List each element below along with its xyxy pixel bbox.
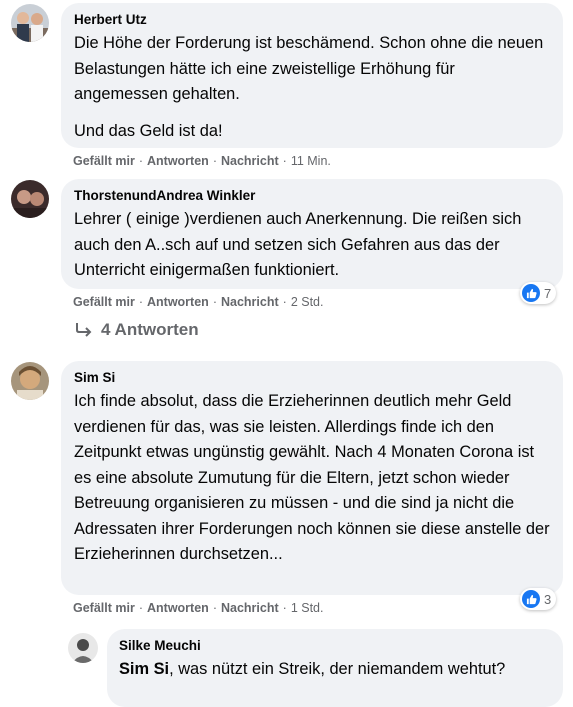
comment-actions: Gefällt mir · Antworten · Nachricht · 1 Std. <box>73 601 323 615</box>
mention-link[interactable]: Sim Si <box>119 660 169 678</box>
reply-text: Sim Si, was nützt ein Streik, der nieman… <box>119 657 551 683</box>
comment-bubble: ThorstenundAndrea Winkler Lehrer ( einig… <box>61 179 563 289</box>
view-replies-link[interactable]: 4 Antworten <box>75 320 199 340</box>
avatar[interactable] <box>11 4 49 42</box>
comment-text: Ich finde absolut, dass die Erzieherinne… <box>74 389 551 568</box>
reply-body: , was nützt ein Streik, der niemandem we… <box>169 660 506 678</box>
reply-bubble: Silke Meuchi Sim Si, was nützt ein Strei… <box>107 629 563 707</box>
reaction-badge[interactable]: 7 <box>520 282 557 304</box>
separator: · <box>138 601 143 615</box>
reaction-count: 3 <box>544 591 552 607</box>
message-button[interactable]: Nachricht <box>221 154 279 168</box>
comment-bubble: Herbert Utz Die Höhe der Forderung ist b… <box>61 3 563 148</box>
comment-paragraph: Ich finde absolut, dass die Erzieherinne… <box>74 392 550 563</box>
separator: · <box>282 295 287 309</box>
comment-actions: Gefällt mir · Antworten · Nachricht · 2 Std. <box>73 295 323 309</box>
separator: · <box>212 154 217 168</box>
comment-timestamp[interactable]: 11 Min. <box>291 154 331 168</box>
avatar[interactable] <box>11 180 49 218</box>
separator: · <box>282 154 287 168</box>
comment-paragraph: Und das Geld ist da! <box>74 121 223 140</box>
like-button[interactable]: Gefällt mir <box>73 154 135 168</box>
reply-button[interactable]: Antworten <box>147 295 209 309</box>
separator: · <box>138 154 143 168</box>
comment-author[interactable]: Sim Si <box>74 369 551 387</box>
comment-paragraph: Die Höhe der Forderung ist beschämend. S… <box>74 34 544 103</box>
separator: · <box>138 295 143 309</box>
comment-timestamp[interactable]: 2 Std. <box>291 295 324 309</box>
comment-author[interactable]: ThorstenundAndrea Winkler <box>74 187 551 205</box>
reply-button[interactable]: Antworten <box>147 601 209 615</box>
avatar[interactable] <box>68 633 98 663</box>
comment-author[interactable]: Herbert Utz <box>74 11 551 29</box>
comment-paragraph: Lehrer ( einige )verdienen auch Anerkenn… <box>74 210 522 279</box>
reaction-badge[interactable]: 3 <box>520 588 557 610</box>
avatar[interactable] <box>11 362 49 400</box>
reply-button[interactable]: Antworten <box>147 154 209 168</box>
comment-text: Lehrer ( einige )verdienen auch Anerkenn… <box>74 207 551 284</box>
view-replies-label[interactable]: 4 Antworten <box>101 320 199 340</box>
reply-author[interactable]: Silke Meuchi <box>119 637 551 655</box>
reply-arrow-icon <box>76 323 92 337</box>
message-button[interactable]: Nachricht <box>221 295 279 309</box>
comment-bubble: Sim Si Ich finde absolut, dass die Erzie… <box>61 361 563 595</box>
reaction-count: 7 <box>544 285 552 301</box>
like-button[interactable]: Gefällt mir <box>73 601 135 615</box>
message-button[interactable]: Nachricht <box>221 601 279 615</box>
comment-text: Die Höhe der Forderung ist beschämend. S… <box>74 31 551 144</box>
like-icon <box>522 590 540 608</box>
separator: · <box>282 601 287 615</box>
comment-actions: Gefällt mir · Antworten · Nachricht · 11 Min. <box>73 154 331 168</box>
like-icon <box>522 284 540 302</box>
separator: · <box>212 295 217 309</box>
comment-timestamp[interactable]: 1 Std. <box>291 601 324 615</box>
separator: · <box>212 601 217 615</box>
like-button[interactable]: Gefällt mir <box>73 295 135 309</box>
